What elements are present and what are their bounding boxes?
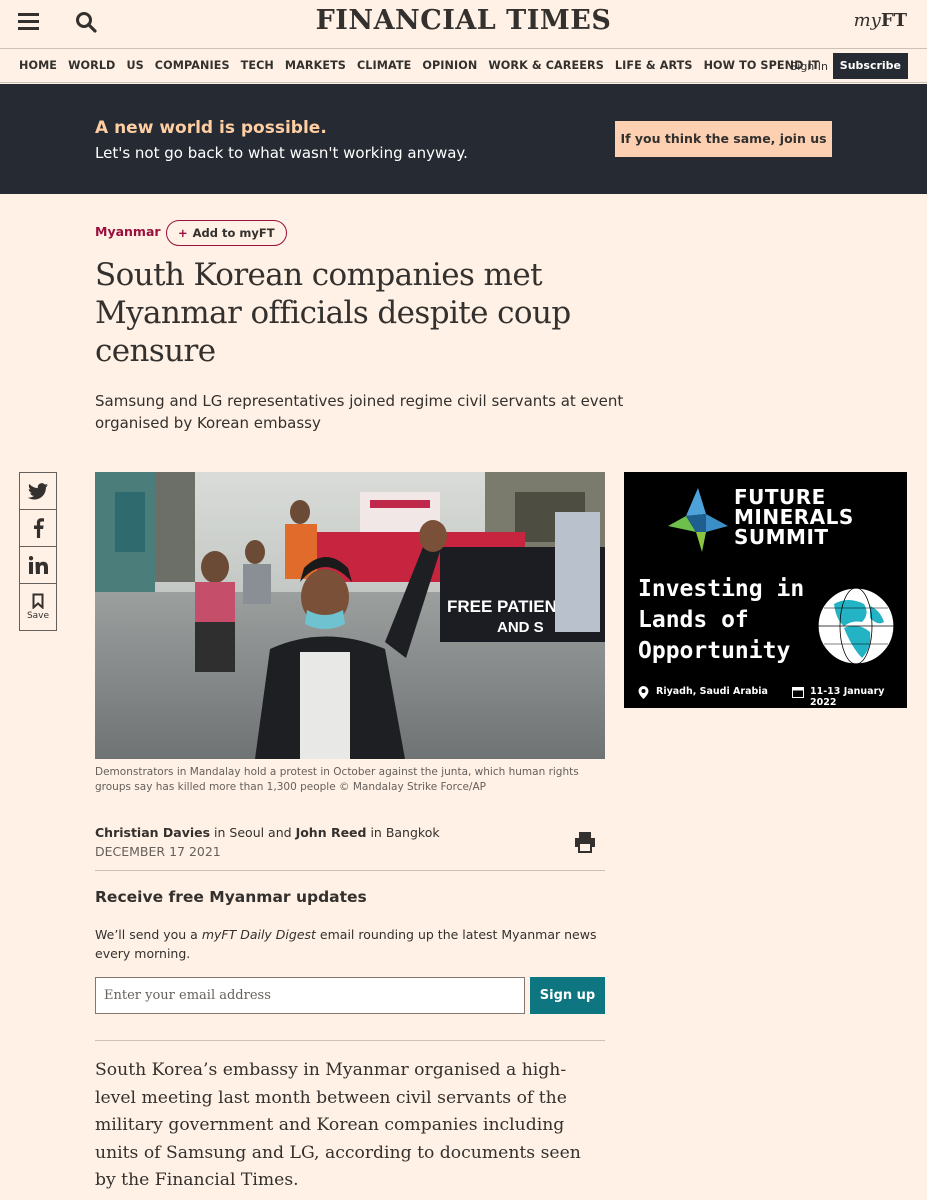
- article-standfirst: Samsung and LG representatives joined re…: [95, 392, 624, 432]
- ad-dates: 11-13 January 2022: [810, 686, 885, 708]
- protest-sign-text-2: AND S: [497, 619, 544, 636]
- banner-title: A new world is possible.: [95, 118, 327, 138]
- nav-work-careers[interactable]: WORK & CAREERS: [488, 59, 604, 72]
- ad-title: FUTURE MINERALS SUMMIT: [734, 487, 854, 547]
- myft-prefix: my: [853, 10, 881, 31]
- newsletter-title: Receive free Myanmar updates: [95, 888, 367, 906]
- facebook-icon: [33, 518, 44, 538]
- ad-title-line: MINERALS: [734, 505, 854, 529]
- nav-home[interactable]: HOME: [19, 59, 57, 72]
- nav-life-arts[interactable]: LIFE & ARTS: [615, 59, 693, 72]
- main-nav: HOME WORLD US COMPANIES TECH MARKETS CLI…: [0, 48, 927, 83]
- print-icon[interactable]: [574, 831, 596, 853]
- author-link[interactable]: John Reed: [296, 825, 367, 840]
- nav-world[interactable]: WORLD: [68, 59, 115, 72]
- nav-us[interactable]: US: [126, 59, 143, 72]
- add-to-myft-button[interactable]: + Add to myFT: [166, 220, 287, 246]
- subscribe-button[interactable]: Subscribe: [832, 53, 908, 79]
- ad-tagline-line: Lands of: [638, 607, 749, 633]
- save-article-button[interactable]: Save: [19, 583, 57, 631]
- signup-button[interactable]: Sign up: [530, 977, 605, 1014]
- newsletter-description: We’ll send you a myFT Daily Digest email…: [95, 925, 610, 963]
- share-facebook-button[interactable]: [19, 509, 57, 547]
- ad-title-line: FUTURE: [734, 485, 826, 509]
- site-header: FINANCIAL TIMES myFT: [0, 0, 927, 48]
- nav-markets[interactable]: MARKETS: [285, 59, 346, 72]
- nav-tech[interactable]: TECH: [241, 59, 274, 72]
- myft-link[interactable]: myFT: [854, 10, 907, 31]
- linkedin-icon: [28, 556, 48, 574]
- author-link[interactable]: Christian Davies: [95, 825, 210, 840]
- divider: [95, 870, 605, 871]
- ad-location: Riyadh, Saudi Arabia: [656, 686, 768, 697]
- ft-logo[interactable]: FINANCIAL TIMES: [0, 5, 927, 36]
- article-body-paragraph: South Korea’s embassy in Myanmar organis…: [95, 1060, 581, 1190]
- banner-subtitle: Let's not go back to what wasn't working…: [95, 144, 468, 162]
- calendar-icon: [792, 687, 804, 698]
- plus-icon: +: [178, 226, 188, 240]
- add-to-myft-label: Add to myFT: [192, 226, 275, 240]
- divider: [95, 1040, 605, 1041]
- nav-companies[interactable]: COMPANIES: [155, 59, 230, 72]
- email-field[interactable]: [95, 977, 525, 1014]
- article-headline: South Korean companies met Myanmar offic…: [95, 257, 571, 369]
- byline-location: in Seoul and: [210, 825, 296, 840]
- photo-caption: Demonstrators in Mandalay hold a protest…: [95, 766, 579, 793]
- twitter-icon: [28, 482, 48, 499]
- advertisement[interactable]: FUTURE MINERALS SUMMIT Investing in Land…: [624, 472, 907, 708]
- byline: Christian Davies in Seoul and John Reed …: [95, 823, 505, 861]
- byline-location: in Bangkok: [366, 825, 440, 840]
- myft-suffix: FT: [880, 10, 907, 31]
- ad-tagline: Investing in Lands of Opportunity: [638, 574, 804, 667]
- ad-tagline-line: Investing in: [638, 576, 805, 602]
- share-bar: Save: [19, 472, 57, 631]
- protest-photo-illustration: FREE PATIENTS AND S: [95, 472, 605, 759]
- newsletter-text: We’ll send you a: [95, 927, 202, 942]
- sign-in-link[interactable]: Sign In: [790, 60, 828, 73]
- globe-icon: [817, 587, 895, 665]
- save-label: Save: [26, 611, 50, 621]
- summit-logo-icon: [668, 488, 728, 552]
- bookmark-icon: [32, 593, 44, 609]
- topic-link[interactable]: Myanmar: [95, 224, 161, 239]
- location-pin-icon: [638, 686, 649, 699]
- publish-date: DECEMBER 17 2021: [95, 844, 221, 859]
- ad-title-line: SUMMIT: [734, 525, 829, 549]
- article-photo: FREE PATIENTS AND S: [95, 472, 605, 759]
- newsletter-digest-name: myFT Daily Digest: [201, 927, 316, 942]
- share-linkedin-button[interactable]: [19, 546, 57, 584]
- share-twitter-button[interactable]: [19, 472, 57, 510]
- nav-climate[interactable]: CLIMATE: [357, 59, 411, 72]
- promo-banner: A new world is possible. Let's not go ba…: [0, 84, 927, 194]
- nav-opinion[interactable]: OPINION: [422, 59, 477, 72]
- ad-tagline-line: Opportunity: [638, 638, 791, 664]
- banner-join-button[interactable]: If you think the same, join us: [615, 121, 832, 157]
